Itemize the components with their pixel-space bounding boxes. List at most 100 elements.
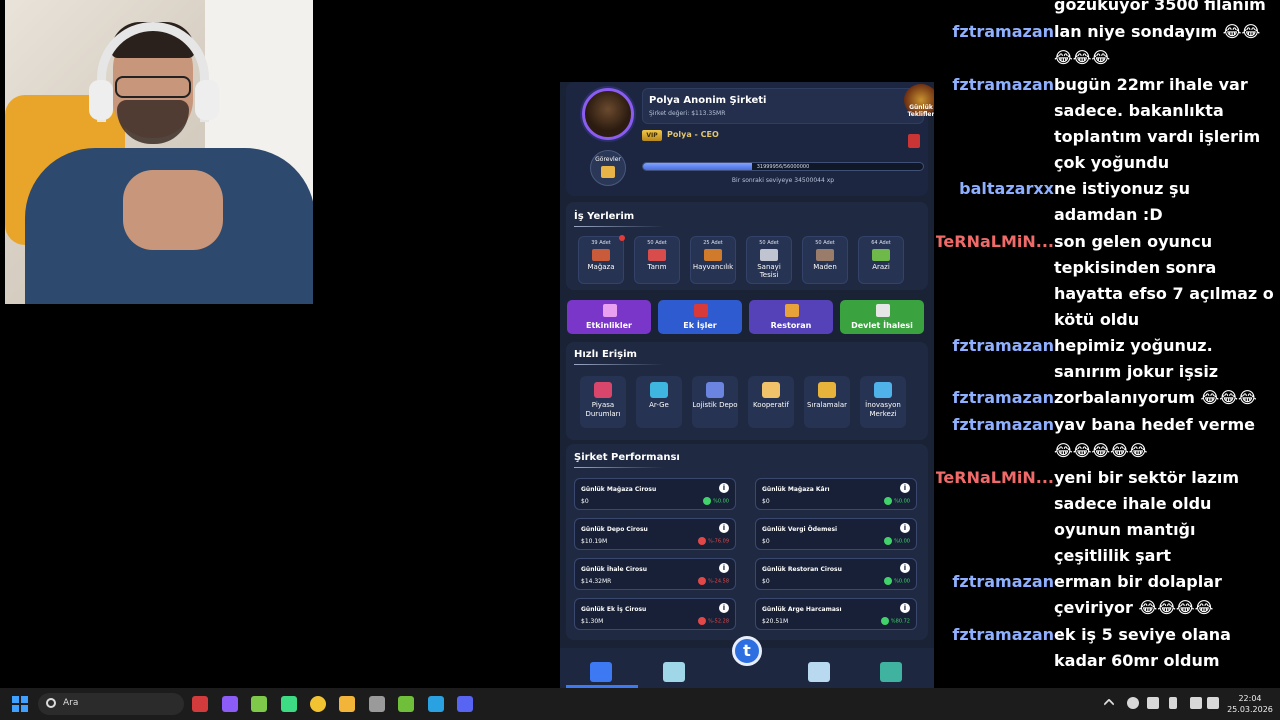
next-level-text: Bir sonraki seviyeye 34500044 xp	[731, 177, 835, 184]
performance-card[interactable]: Günlük Ek İş Cirosu $1.30M i %-52.28	[574, 598, 736, 630]
chat-username[interactable]: fztramazan	[936, 385, 1054, 411]
info-icon[interactable]: i	[900, 523, 910, 533]
workplace-4[interactable]: 50 Adet Sanayi Tesisi	[746, 236, 792, 284]
media-icon[interactable]	[222, 696, 238, 712]
performance-card[interactable]: Günlük İhale Cirosu $14.32MR i %-24.58	[574, 558, 736, 590]
performance-title: Günlük Ek İş Cirosu	[581, 606, 647, 613]
calculator-icon[interactable]	[369, 696, 385, 712]
quick-access-2[interactable]: Ar-Ge	[636, 376, 682, 428]
info-icon[interactable]: i	[719, 603, 729, 613]
performance-card[interactable]: Günlük Vergi Ödemesi $0 i %0.00	[755, 518, 917, 550]
workplace-label: Mağaza	[587, 263, 615, 271]
chat-username[interactable]: fztramazan	[936, 412, 1054, 438]
performance-change: %0.00	[884, 537, 910, 545]
performance-card[interactable]: Günlük Restoran Cirosu $0 i %0.00	[755, 558, 917, 590]
performance-change-value: %-76.09	[708, 538, 729, 545]
windows-start-icon[interactable]	[12, 696, 28, 712]
folder-icon[interactable]	[339, 696, 355, 712]
quick-access-3[interactable]: Lojistik Depo	[692, 376, 738, 428]
big-button-2[interactable]: Ek İşler	[658, 300, 742, 334]
xbox-icon[interactable]	[251, 696, 267, 712]
taskbar-clock[interactable]: 22:04 25.03.2026	[1224, 693, 1276, 715]
tasks-button[interactable]: Görevler	[590, 150, 626, 186]
trend-up-icon	[884, 577, 893, 585]
quick-access-6[interactable]: İnovasyon Merkezi	[860, 376, 906, 428]
chat-username[interactable]: fztramazan	[936, 569, 1054, 595]
performance-change-value: %-52.28	[708, 618, 729, 625]
big-button-3[interactable]: Restoran	[749, 300, 833, 334]
trend-down-icon	[698, 577, 707, 585]
performance-change-value: %80.72	[890, 618, 910, 625]
city-icon[interactable]	[808, 662, 830, 682]
chat-username[interactable]: ETeRNaLMiN...	[936, 465, 1054, 491]
performance-change: %0.00	[884, 577, 910, 585]
game-icon[interactable]	[398, 696, 414, 712]
workplace-count: 64 Adet	[871, 240, 891, 246]
workplace-label: Tarım	[647, 263, 667, 271]
quick-access-title: Hızlı Erişim	[574, 349, 637, 360]
avatar[interactable]	[582, 88, 634, 140]
performance-card[interactable]: Günlük Mağaza Kârı $0 i %0.00	[755, 478, 917, 510]
info-icon[interactable]: i	[719, 523, 729, 533]
volume-icon[interactable]	[1207, 697, 1219, 709]
workplace-2[interactable]: 50 Adet Tarım	[634, 236, 680, 284]
quick-access-5[interactable]: Sıralamalar	[804, 376, 850, 428]
daily-offers-icon[interactable]: Günlük Teklifler	[904, 84, 934, 118]
info-icon[interactable]: i	[900, 563, 910, 573]
razer-icon[interactable]	[192, 696, 208, 712]
big-button-4[interactable]: Devlet İhalesi	[840, 300, 924, 334]
chat-username[interactable]: fztramazan	[936, 72, 1054, 98]
workplaces-section: İş Yerlerim 39 Adet Mağaza 50 Adet Tarım 25 …	[566, 202, 928, 290]
performance-value: $14.32MR	[581, 578, 612, 585]
wallet-icon[interactable]	[880, 662, 902, 682]
info-icon[interactable]: i	[719, 563, 729, 573]
dashboard-icon[interactable]	[590, 662, 612, 682]
performance-value: $0	[581, 498, 589, 505]
quick-access-icon	[874, 382, 892, 398]
performance-title: Şirket Performansı	[574, 452, 680, 463]
tasks-icon	[601, 166, 615, 178]
chat-username[interactable]: baltazarxx	[936, 176, 1054, 202]
trend-down-icon	[698, 617, 707, 625]
performance-value: $1.30M	[581, 618, 604, 625]
workplace-1[interactable]: 39 Adet Mağaza	[578, 235, 625, 284]
quick-access-1[interactable]: Piyasa Durumları	[580, 376, 626, 428]
workplace-5[interactable]: 50 Adet Maden	[802, 236, 848, 284]
workplace-6[interactable]: 64 Adet Arazi	[858, 236, 904, 284]
telegram-icon[interactable]	[428, 696, 444, 712]
workplace-3[interactable]: 25 Adet Hayvancılık	[690, 236, 736, 284]
performance-card[interactable]: Günlük Depo Cirosu $10.19M i %-76.09	[574, 518, 736, 550]
performance-card[interactable]: Günlük Mağaza Cirosu $0 i %0.00	[574, 478, 736, 510]
microphone-icon[interactable]	[1169, 697, 1177, 709]
android-icon[interactable]	[281, 696, 297, 712]
webcam-person-hands	[123, 170, 223, 250]
workplace-icon	[704, 249, 722, 261]
taskbar-search[interactable]: Ara	[38, 693, 184, 715]
big-button-1[interactable]: Etkinlikler	[567, 300, 651, 334]
info-icon[interactable]: i	[900, 483, 910, 493]
brightness-icon[interactable]	[1127, 697, 1139, 709]
xp-progress-bar: 31999956/56000000	[642, 162, 924, 171]
workplace-icon	[760, 249, 778, 261]
gift-icon[interactable]	[908, 134, 920, 148]
company-box[interactable]: Polya Anonim Şirketi Şirket değeri: $113…	[642, 88, 924, 124]
discord-icon[interactable]	[457, 696, 473, 712]
chrome-icon[interactable]	[310, 696, 326, 712]
performance-card[interactable]: Günlük Arge Harcaması $20.51M i %80.72	[755, 598, 917, 630]
buildings-icon[interactable]	[663, 662, 685, 682]
info-icon[interactable]: i	[719, 483, 729, 493]
quick-access-4[interactable]: Kooperatif	[748, 376, 794, 428]
chat-username[interactable]: fztramazan	[936, 19, 1054, 45]
chat-username[interactable]: ETeRNaLMiN...	[936, 229, 1054, 255]
chat-username[interactable]: fztramazan	[936, 333, 1054, 359]
tray-overflow-icon[interactable]	[1103, 698, 1115, 710]
performance-title: Günlük Arge Harcaması	[762, 606, 842, 613]
nav-center-button[interactable]: t	[732, 636, 762, 666]
search-icon	[46, 698, 56, 708]
chat-text: bugün 22mr ihale var sadece. bakanlıkta …	[1054, 75, 1261, 172]
info-icon[interactable]: i	[900, 603, 910, 613]
chat-username[interactable]: fztramazan	[936, 622, 1054, 648]
chat-text: yav bana hedef verme 😂😂😂😂😂	[1054, 415, 1256, 460]
steam-icon[interactable]	[1147, 697, 1159, 709]
display-icon[interactable]	[1190, 697, 1202, 709]
